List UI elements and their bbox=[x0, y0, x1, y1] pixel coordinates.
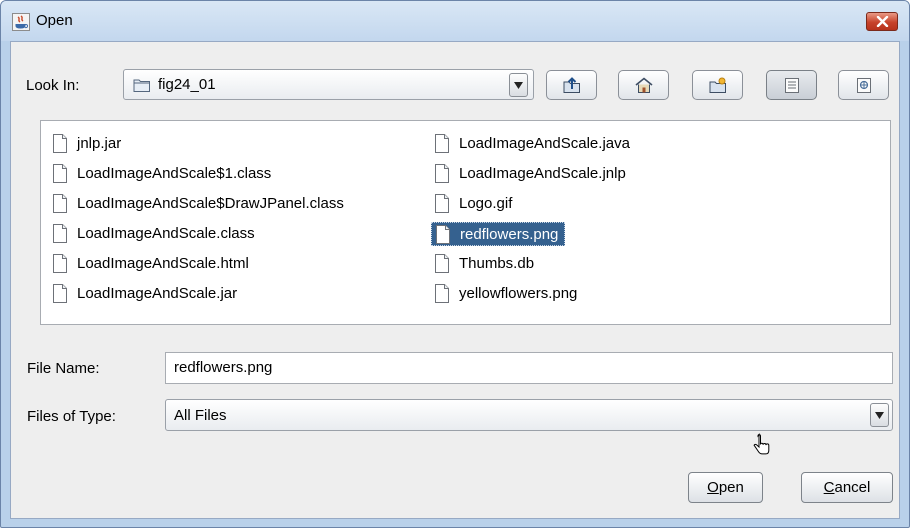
files-of-type-combo[interactable]: All Files bbox=[165, 399, 893, 431]
list-view-button[interactable] bbox=[766, 70, 817, 100]
open-button-mnemonic: O bbox=[707, 479, 719, 496]
file-name: yellowflowers.png bbox=[459, 285, 578, 302]
list-icon bbox=[785, 78, 799, 93]
files-of-type-label: Files of Type: bbox=[27, 408, 116, 425]
file-name: LoadImageAndScale$1.class bbox=[77, 165, 272, 182]
file-name-input[interactable]: redflowers.png bbox=[165, 352, 893, 384]
file-name: Thumbs.db bbox=[459, 255, 535, 272]
title-bar[interactable]: Open bbox=[1, 1, 909, 41]
mouse-pointer-icon bbox=[753, 433, 770, 455]
file-item[interactable]: LoadImageAndScale.jar bbox=[49, 282, 237, 306]
details-icon bbox=[857, 78, 871, 93]
file-item[interactable]: LoadImageAndScale$DrawJPanel.class bbox=[49, 192, 344, 216]
file-icon bbox=[435, 284, 449, 303]
file-name: LoadImageAndScale.jar bbox=[77, 285, 238, 302]
file-icon bbox=[435, 164, 449, 183]
cancel-button-mnemonic: C bbox=[823, 479, 835, 496]
file-item[interactable]: LoadImageAndScale.java bbox=[431, 132, 630, 156]
look-in-label: Look In: bbox=[26, 77, 80, 94]
file-icon bbox=[53, 224, 67, 243]
file-item[interactable]: LoadImageAndScale.jnlp bbox=[431, 162, 626, 186]
file-name: LoadImageAndScale.java bbox=[459, 135, 630, 152]
file-icon bbox=[53, 164, 67, 183]
file-icon bbox=[435, 194, 449, 213]
file-item[interactable]: jnlp.jar bbox=[49, 132, 121, 156]
file-icon bbox=[53, 134, 67, 153]
close-button[interactable] bbox=[866, 12, 898, 31]
file-name-label: File Name: bbox=[27, 360, 100, 377]
open-button[interactable]: Open bbox=[688, 472, 763, 503]
file-icon bbox=[435, 134, 449, 153]
file-icon bbox=[53, 254, 67, 273]
up-one-level-button[interactable] bbox=[546, 70, 597, 100]
file-icon bbox=[53, 194, 67, 213]
file-icon bbox=[436, 225, 450, 244]
file-name-value: redflowers.png bbox=[174, 359, 273, 376]
file-name: Logo.gif bbox=[459, 195, 513, 212]
home-button[interactable] bbox=[618, 70, 669, 100]
file-name: LoadImageAndScale.html bbox=[77, 255, 249, 272]
window-title: Open bbox=[36, 12, 73, 29]
details-view-button[interactable] bbox=[838, 70, 889, 100]
file-item[interactable]: LoadImageAndScale$1.class bbox=[49, 162, 271, 186]
cancel-button-label: ancel bbox=[834, 479, 871, 496]
file-item[interactable]: LoadImageAndScale.class bbox=[49, 222, 255, 246]
file-list[interactable]: jnlp.jar LoadImageAndScale$1.class LoadIma… bbox=[40, 120, 891, 325]
folder-icon bbox=[133, 79, 150, 92]
chevron-down-icon bbox=[514, 82, 523, 89]
close-icon bbox=[876, 16, 889, 27]
chevron-down-icon bbox=[875, 412, 884, 419]
files-of-type-value: All Files bbox=[174, 407, 227, 424]
java-app-icon bbox=[12, 13, 30, 31]
file-name: LoadImageAndScale.class bbox=[77, 225, 255, 242]
file-name: LoadImageAndScale.jnlp bbox=[459, 165, 626, 182]
look-in-value: fig24_01 bbox=[158, 76, 216, 93]
cancel-button[interactable]: Cancel bbox=[801, 472, 893, 503]
file-name: jnlp.jar bbox=[77, 135, 122, 152]
file-name: LoadImageAndScale$DrawJPanel.class bbox=[77, 195, 344, 212]
file-item[interactable]: Logo.gif bbox=[431, 192, 512, 216]
open-button-label: pen bbox=[718, 479, 744, 496]
look-in-combo[interactable]: fig24_01 bbox=[123, 69, 534, 100]
file-icon bbox=[435, 254, 449, 273]
file-item[interactable]: redflowers.png bbox=[431, 222, 565, 246]
look-in-dropdown-arrow[interactable] bbox=[509, 73, 528, 97]
new-folder-icon bbox=[709, 77, 726, 93]
file-item[interactable]: yellowflowers.png bbox=[431, 282, 577, 306]
file-item[interactable]: LoadImageAndScale.html bbox=[49, 252, 249, 276]
open-dialog: Open Look In: fig24_01 jnlp.jar LoadImag… bbox=[0, 0, 910, 528]
file-name: redflowers.png bbox=[460, 226, 559, 243]
home-icon bbox=[635, 77, 653, 93]
file-icon bbox=[53, 284, 67, 303]
create-new-folder-button[interactable] bbox=[692, 70, 743, 100]
files-of-type-dropdown-arrow[interactable] bbox=[870, 403, 889, 427]
folder-up-icon bbox=[563, 77, 580, 93]
file-item[interactable]: Thumbs.db bbox=[431, 252, 534, 276]
